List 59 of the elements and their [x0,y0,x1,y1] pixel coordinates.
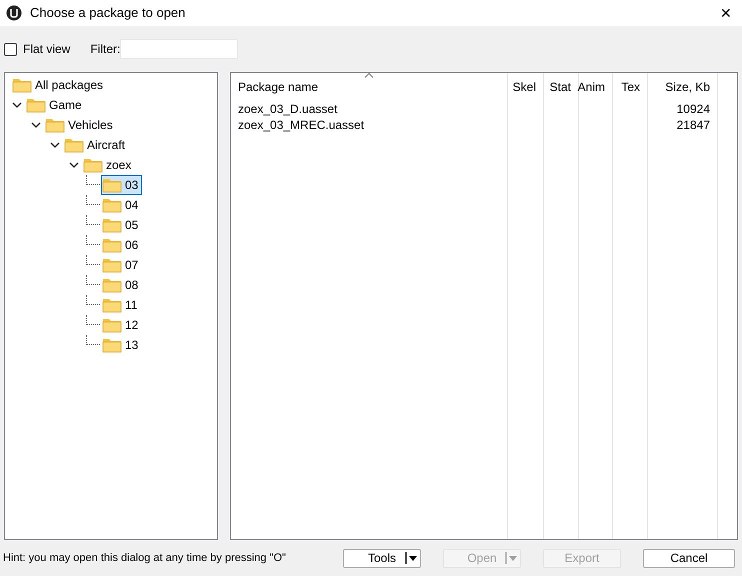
column-header[interactable]: Stat [544,73,578,101]
tree-item-label[interactable]: 12 [125,316,138,334]
column-header[interactable]: Anim [579,73,612,101]
column-header[interactable]: Skel [508,73,543,101]
tree-connector [86,295,100,305]
tree-item-label[interactable]: 08 [125,276,138,294]
tree-item-label[interactable]: Vehicles [68,116,113,134]
close-button[interactable]: ✕ [716,2,736,24]
folder-icon [102,337,122,353]
folder-icon [45,117,65,133]
table-cell-text: 21847 [676,117,710,134]
folder-icon [102,317,122,333]
tree-connector [86,195,100,205]
column-header[interactable]: Tex [613,73,647,101]
folder-icon [102,297,122,313]
folder-icon [102,217,122,233]
flat-view-checkbox[interactable] [4,42,17,56]
folder-icon [12,77,32,93]
tree-item-label[interactable]: zoex [106,156,132,174]
tree-item-label[interactable]: 04 [125,196,138,214]
app-logo-icon [6,5,22,21]
tree-connector [86,275,100,285]
tree-connector [86,255,100,265]
folder-icon [64,137,84,153]
tree-item-label[interactable]: Aircraft [87,136,126,154]
tree-item-label[interactable]: 05 [125,216,138,234]
table-cell-text: 10924 [676,101,710,118]
table-cell-text: zoex_03_MREC.uasset [238,117,364,134]
flat-view-label: Flat view [23,41,70,58]
tree-item-label[interactable]: Game [49,96,82,114]
sort-caret-icon [364,73,374,78]
folder-icon [102,257,122,273]
dropdown-caret-icon [404,551,418,565]
dropdown-caret-icon [504,551,518,565]
filter-label: Filter: [90,41,120,58]
dialog-button[interactable]: Cancel [643,548,735,568]
tree-item-label[interactable]: 13 [125,336,138,354]
folder-icon [102,277,122,293]
tree-connector [86,175,100,185]
column-header[interactable]: Package name [231,73,507,101]
hint-text: Hint: you may open this dialog at any time by pressing "O" [3,550,287,566]
tree-connector [86,315,100,325]
folder-icon [102,197,122,213]
tree-item-label[interactable]: 07 [125,256,138,274]
tree-connector [86,235,100,245]
folder-icon [102,237,122,253]
column-header[interactable]: Size, Kb [648,73,717,101]
dialog-button[interactable]: Tools [343,548,421,568]
table-cell-text: zoex_03_D.uasset [238,101,338,118]
tree-item-label[interactable]: 11 [125,296,138,314]
folder-icon [102,177,122,193]
tree-connector [86,215,100,225]
folder-icon [83,157,103,173]
tree-connector [86,335,100,345]
tree-item-label[interactable]: 06 [125,236,138,254]
window-title: Choose a package to open [30,4,186,22]
folder-icon [26,97,46,113]
tree-item-label[interactable]: All packages [35,76,104,94]
filter-field[interactable] [120,39,238,59]
